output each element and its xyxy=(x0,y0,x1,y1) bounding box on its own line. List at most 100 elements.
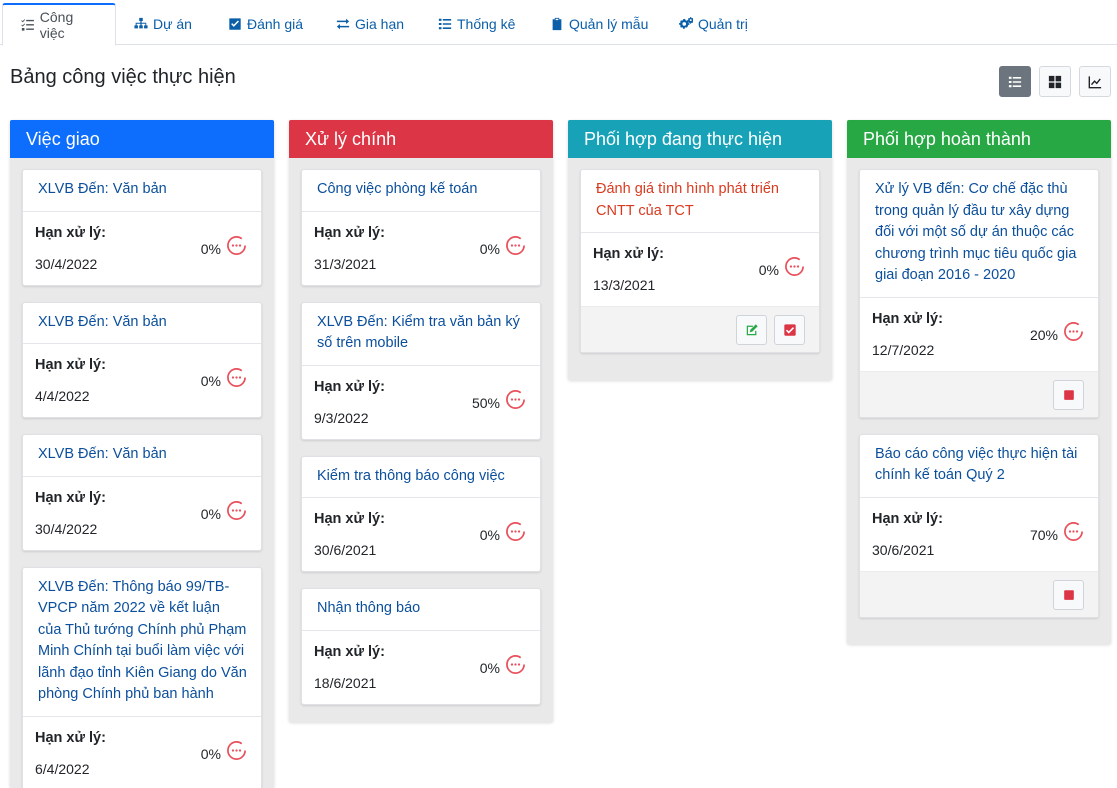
task-title[interactable]: Kiểm tra thông báo công việc xyxy=(302,457,540,498)
task-card[interactable]: Xử lý VB đến: Cơ chế đặc thù trong quản … xyxy=(859,169,1099,418)
progress-ring-icon[interactable] xyxy=(226,367,247,388)
deadline-date: 18/6/2021 xyxy=(314,674,377,691)
task-title[interactable]: Nhận thông báo xyxy=(302,589,540,631)
progress-ring-icon[interactable] xyxy=(226,500,247,521)
stop-button[interactable] xyxy=(1053,379,1084,410)
deadline-date: 9/3/2022 xyxy=(314,409,369,426)
edit-button[interactable] xyxy=(736,315,767,345)
progress-ring-icon[interactable] xyxy=(505,521,526,542)
progress-ring-icon[interactable] xyxy=(226,740,247,761)
deadline-date: 6/4/2022 xyxy=(35,760,90,777)
stop-icon xyxy=(1063,389,1074,400)
tab-label: Công việc xyxy=(39,9,74,41)
deadline-date: 30/6/2021 xyxy=(314,542,377,558)
task-card[interactable]: XLVB Đến: Văn bản Hạn xử lý: 30/4/2022 0… xyxy=(22,169,262,286)
progress-ring-icon[interactable] xyxy=(505,235,526,256)
progress-percent: 0% xyxy=(479,527,500,543)
tab-label: Dự án xyxy=(153,16,192,32)
deadline-date: 30/4/2022 xyxy=(35,255,98,272)
deadline-date: 13/3/2021 xyxy=(593,277,656,293)
tab-quan-ly-mau[interactable]: Quản lý mẫu xyxy=(550,3,648,45)
card-actions xyxy=(860,370,1098,417)
progress-percent: 0% xyxy=(479,240,500,257)
task-title[interactable]: XLVB Đến: Văn bản xyxy=(23,170,261,212)
column-header: Xử lý chính xyxy=(289,120,553,158)
task-title[interactable]: Xử lý VB đến: Cơ chế đặc thù trong quản … xyxy=(860,170,1098,298)
grid-view-button[interactable] xyxy=(1039,66,1071,97)
list-view-button[interactable] xyxy=(999,66,1031,97)
deadline-date: 31/3/2021 xyxy=(314,255,377,272)
deadline-label: Hạn xử lý: xyxy=(314,378,385,395)
deadline-label: Hạn xử lý: xyxy=(35,489,106,506)
tab-quan-tri[interactable]: Quản trị xyxy=(679,3,748,45)
progress-ring-icon[interactable] xyxy=(1063,521,1084,542)
deadline-date: 30/6/2021 xyxy=(872,541,935,558)
progress-percent: 0% xyxy=(200,745,221,762)
task-card[interactable]: Nhận thông báo Hạn xử lý: 18/6/2021 0% xyxy=(301,588,541,705)
list-view-icon xyxy=(1008,76,1022,87)
tab-du-an[interactable]: Dự án xyxy=(134,3,192,45)
progress-ring-icon[interactable] xyxy=(226,235,247,256)
task-title[interactable]: Đánh giá tình hình phát triển CNTT của T… xyxy=(581,170,819,233)
deadline-date: 4/4/2022 xyxy=(35,388,90,404)
task-card[interactable]: XLVB Đến: Kiểm tra văn bản ký số trên mo… xyxy=(301,301,541,440)
column-viec-giao: Việc giao XLVB Đến: Văn bản Hạn xử lý: 3… xyxy=(10,120,274,788)
edit-icon xyxy=(746,324,758,336)
progress-percent: 0% xyxy=(200,505,221,522)
task-card[interactable]: XLVB Đến: Thông báo 99/TB-VPCP năm 2022 … xyxy=(22,566,262,788)
task-card[interactable]: Báo cáo công việc thực hiện tài chính kế… xyxy=(859,433,1099,618)
progress-ring-icon[interactable] xyxy=(505,654,526,675)
task-card[interactable]: Công việc phòng kế toán Hạn xử lý: 31/3/… xyxy=(301,169,541,286)
deadline-label: Hạn xử lý: xyxy=(35,224,106,241)
chart-view-button[interactable] xyxy=(1079,66,1111,97)
task-title[interactable]: XLVB Đến: Văn bản xyxy=(23,435,261,477)
tab-label: Thống kê xyxy=(457,16,516,32)
column-header: Phối hợp đang thực hiện xyxy=(568,120,832,158)
tab-cong-viec[interactable]: Công việc xyxy=(2,3,116,46)
progress-percent: 50% xyxy=(471,394,500,411)
complete-button[interactable] xyxy=(774,315,805,345)
task-card[interactable]: XLVB Đến: Văn bản Hạn xử lý: 30/4/2022 0… xyxy=(22,434,262,551)
task-title[interactable]: Báo cáo công việc thực hiện tài chính kế… xyxy=(860,435,1098,498)
task-title[interactable]: Công việc phòng kế toán xyxy=(302,170,540,212)
tasks-icon xyxy=(21,19,34,31)
clipboard-icon xyxy=(552,17,562,31)
stop-button[interactable] xyxy=(1053,579,1084,610)
task-card[interactable]: XLVB Đến: Văn bản Hạn xử lý: 4/4/2022 0% xyxy=(22,301,262,418)
list-icon xyxy=(438,18,452,30)
deadline-label: Hạn xử lý: xyxy=(314,511,385,527)
task-title[interactable]: XLVB Đến: Kiểm tra văn bản ký số trên mo… xyxy=(302,303,540,366)
task-card[interactable]: Đánh giá tình hình phát triển CNTT của T… xyxy=(580,169,820,353)
progress-ring-icon[interactable] xyxy=(1063,321,1084,342)
deadline-label: Hạn xử lý: xyxy=(593,246,664,262)
tab-label: Quản trị xyxy=(698,16,748,32)
tab-gia-han[interactable]: Gia hạn xyxy=(336,3,404,45)
column-xu-ly-chinh: Xử lý chính Công việc phòng kế toán Hạn … xyxy=(289,120,553,722)
card-actions xyxy=(581,306,819,352)
deadline-label: Hạn xử lý: xyxy=(314,643,385,660)
column-phoi-hop-dang-thuc-hien: Phối hợp đang thực hiện Đánh giá tình hì… xyxy=(568,120,832,380)
progress-percent: 0% xyxy=(200,373,221,389)
tab-thong-ke[interactable]: Thống kê xyxy=(438,3,515,45)
deadline-label: Hạn xử lý: xyxy=(35,729,106,746)
progress-ring-icon[interactable] xyxy=(505,389,526,410)
sitemap-icon xyxy=(134,17,148,29)
column-header: Việc giao xyxy=(10,120,274,158)
task-title[interactable]: XLVB Đến: Thông báo 99/TB-VPCP năm 2022 … xyxy=(23,568,261,717)
cogs-icon xyxy=(679,17,693,29)
stop-icon xyxy=(1063,589,1074,600)
task-card[interactable]: Kiểm tra thông báo công việc Hạn xử lý: … xyxy=(301,455,541,572)
deadline-label: Hạn xử lý: xyxy=(872,510,943,527)
progress-ring-icon[interactable] xyxy=(784,256,805,277)
column-header: Phối hợp hoàn thành xyxy=(847,120,1111,158)
top-tab-bar: Công việc Dự án Đánh giá Gia hạn Thống k… xyxy=(0,0,1117,46)
check-square-icon xyxy=(783,324,796,336)
page-title: Bảng công việc thực hiện xyxy=(10,66,236,88)
tab-label: Quản lý mẫu xyxy=(569,16,649,32)
progress-percent: 0% xyxy=(758,262,779,278)
grid-view-icon xyxy=(1048,75,1062,88)
deadline-date: 12/7/2022 xyxy=(872,341,935,358)
check-square-icon xyxy=(229,18,241,30)
task-title[interactable]: XLVB Đến: Văn bản xyxy=(23,303,261,344)
tab-danh-gia[interactable]: Đánh giá xyxy=(228,3,303,45)
